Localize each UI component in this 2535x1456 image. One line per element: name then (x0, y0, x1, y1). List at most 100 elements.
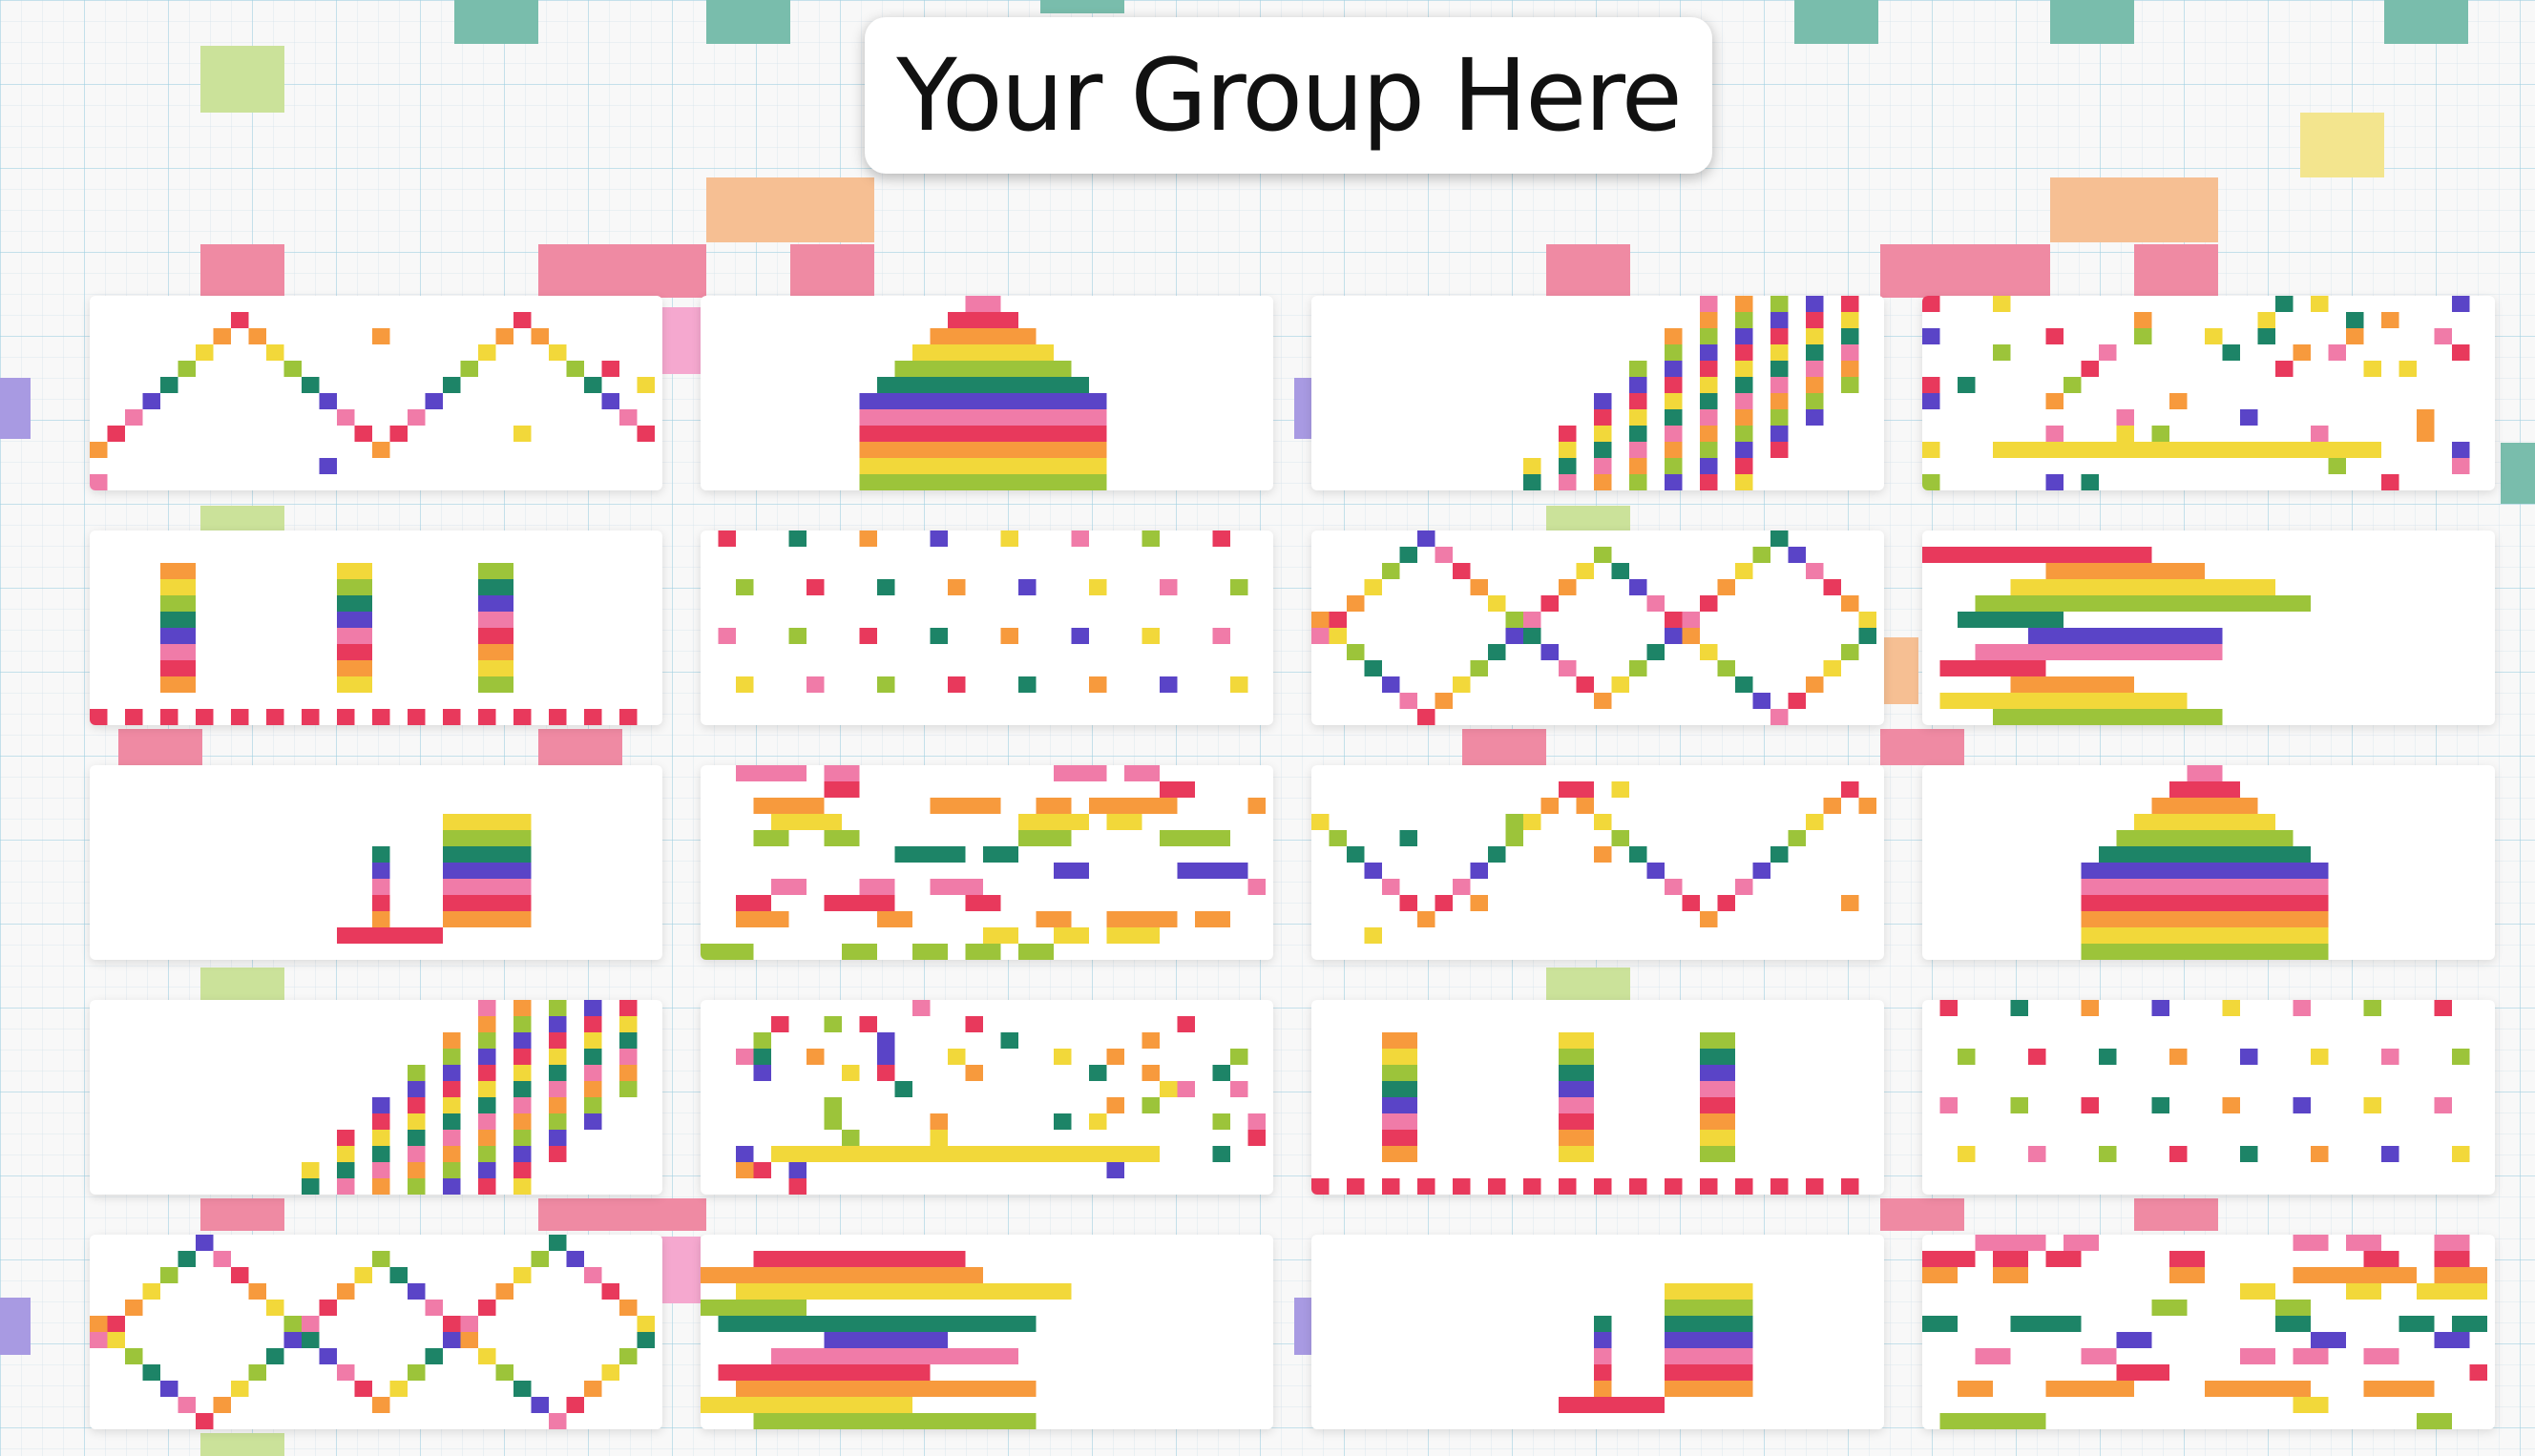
pixel-art-preview (718, 530, 1248, 693)
pixel-cell (2452, 1267, 2470, 1283)
project-thumbnail-card[interactable] (90, 1000, 662, 1195)
pixel-cell (302, 1162, 320, 1178)
pixel-cell (807, 1364, 825, 1381)
project-thumbnail-card[interactable] (90, 530, 662, 725)
pixel-cell (1629, 409, 1647, 426)
pixel-cell (930, 1381, 948, 1397)
pixel-cell (2257, 830, 2275, 846)
pixel-cell (478, 830, 496, 846)
pixel-cell (1000, 458, 1018, 474)
pixel-cell (319, 1300, 337, 1316)
pixel-cell (1000, 628, 1018, 644)
pixel-cell (859, 458, 877, 474)
pixel-cell (372, 1162, 390, 1178)
pixel-cell (1841, 781, 1859, 798)
pixel-cell (1000, 409, 1018, 426)
project-thumbnail-card[interactable] (90, 765, 662, 960)
pixel-cell (983, 798, 1001, 814)
pixel-cell (2187, 798, 2205, 814)
pixel-cell (1230, 1081, 1248, 1097)
project-thumbnail-card[interactable] (701, 1235, 1273, 1429)
pixel-cell (859, 393, 877, 409)
pixel-cell (1124, 765, 1142, 781)
project-thumbnail-card[interactable] (1311, 765, 1884, 960)
pixel-cell (1036, 344, 1054, 361)
pixel-cell (513, 1049, 532, 1065)
pixel-cell (2275, 944, 2294, 960)
pixel-cell (1036, 911, 1054, 927)
pixel-cell (2257, 579, 2275, 595)
project-thumbnail-card[interactable] (701, 530, 1273, 725)
pixel-cell (1559, 1397, 1577, 1413)
pixel-cell (513, 911, 532, 927)
pixel-cell (877, 393, 895, 409)
project-thumbnail-card[interactable] (701, 296, 1273, 490)
pixel-cell (824, 1251, 842, 1267)
pixel-cell (1417, 709, 1435, 725)
pixel-cell (1939, 1000, 1958, 1016)
project-thumbnail-card[interactable] (90, 1235, 662, 1429)
pixel-cell (2151, 895, 2169, 911)
project-thumbnail-card[interactable] (1922, 296, 2495, 490)
pixel-cell (1788, 547, 1806, 563)
pixel-cell (1018, 328, 1037, 344)
pixel-cell (619, 1032, 638, 1049)
pixel-cell (2169, 798, 2188, 814)
pixel-cell (2045, 1251, 2064, 1267)
pixel-cell (372, 846, 390, 863)
project-thumbnail-card[interactable] (1311, 296, 1884, 490)
pixel-cell (319, 393, 337, 409)
pixel-cell (2010, 1000, 2028, 1016)
project-thumbnail-card[interactable] (1311, 1000, 1884, 1195)
project-thumbnail-card[interactable] (1311, 1235, 1884, 1429)
pixel-cell (2293, 1097, 2311, 1113)
pixel-cell (2311, 426, 2329, 442)
pixel-cell (1665, 409, 1683, 426)
project-thumbnail-card[interactable] (1922, 1000, 2495, 1195)
pixel-cell (495, 628, 513, 644)
pixel-cell (2116, 595, 2134, 612)
pixel-cell (1089, 442, 1107, 458)
pixel-cell (478, 846, 496, 863)
project-thumbnail-card[interactable] (90, 296, 662, 490)
pixel-cell (2169, 644, 2188, 660)
project-thumbnail-card[interactable] (701, 765, 1273, 960)
project-thumbnail-card[interactable] (1922, 530, 2495, 725)
pixel-cell (1142, 798, 1160, 814)
project-thumbnail-card[interactable] (1922, 765, 2495, 960)
pixel-cell (1735, 409, 1753, 426)
pixel-cell (1212, 1113, 1230, 1130)
pixel-cell (859, 1146, 877, 1162)
project-thumbnail-card[interactable] (701, 1000, 1273, 1195)
pixel-cell (460, 361, 478, 377)
pixel-cell (1594, 1381, 1612, 1397)
pixel-cell (1089, 426, 1107, 442)
pixel-cell (478, 1113, 496, 1130)
pixel-cell (824, 1348, 842, 1364)
pixel-cell (266, 1300, 284, 1316)
pixel-cell (1488, 1178, 1506, 1195)
project-thumbnail-card[interactable] (1311, 530, 1884, 725)
pixel-cell (912, 1146, 931, 1162)
pixel-cell (912, 393, 931, 409)
pixel-cell (859, 1397, 877, 1413)
pixel-cell (495, 595, 513, 612)
pixel-cell (736, 1267, 754, 1283)
pixel-cell (1177, 781, 1195, 798)
pixel-cell (1646, 595, 1665, 612)
pixel-cell (701, 1300, 719, 1316)
pixel-cell (2081, 709, 2099, 725)
project-thumbnail-card[interactable] (1922, 1235, 2495, 1429)
pixel-cell (1160, 830, 1178, 846)
pixel-cell (912, 409, 931, 426)
pixel-cell (1488, 644, 1506, 660)
pixel-cell (1823, 579, 1841, 595)
pixel-cell (1523, 1178, 1541, 1195)
pixel-cell (1054, 830, 1072, 846)
pixel-cell (1858, 612, 1876, 628)
pixel-cell (859, 1016, 877, 1032)
pixel-cell (1054, 458, 1072, 474)
pixel-cell (1735, 344, 1753, 361)
pixel-cell (2169, 781, 2188, 798)
pixel-cell (1000, 530, 1018, 547)
